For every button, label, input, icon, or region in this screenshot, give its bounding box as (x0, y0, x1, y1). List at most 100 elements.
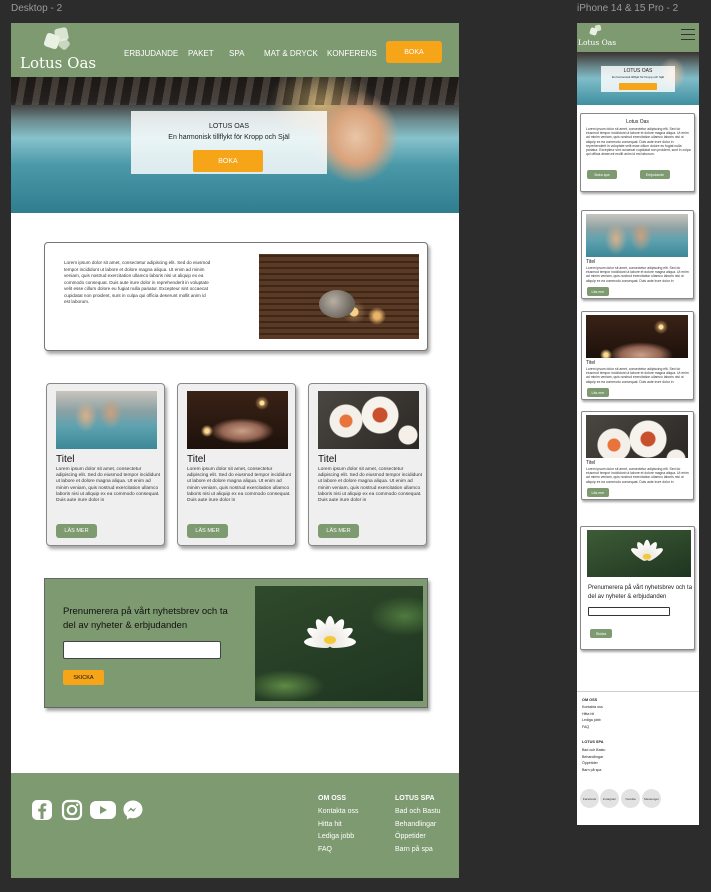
desktop-footer: OM OSS Kontakta oss Hitta hit Lediga job… (11, 773, 459, 878)
phone-footer: OM OSS Kontakta oss Hitta hit Lediga job… (577, 691, 699, 825)
sauna-image (259, 254, 419, 339)
footer-link[interactable]: Öppetider (582, 760, 598, 766)
nav-book-button[interactable]: BOKA (386, 41, 442, 63)
newsletter-title: Prenumerera på vårt nyhetsbrev och ta de… (588, 585, 693, 600)
logo[interactable]: Lotus Oas (20, 25, 96, 75)
footer-link[interactable]: Barn på spa (582, 767, 601, 773)
phone-logo[interactable]: Lotus Oas (578, 24, 618, 51)
footer-link[interactable]: FAQ (318, 844, 358, 857)
hero-book-button[interactable]: BOKA (193, 150, 263, 172)
nav-item-erbjudande[interactable]: ERBJUDANDE (124, 49, 178, 58)
card-title: Titel (187, 454, 206, 465)
offers-button[interactable]: Erbjudande (640, 170, 670, 179)
footer-link[interactable]: Behandlingar (582, 754, 603, 760)
nav-item-mat-dryck[interactable]: MAT & DRYCK (264, 49, 318, 58)
read-more-button[interactable]: LÄS MER (56, 524, 97, 538)
newsletter-title: Prenumerera på vårt nyhetsbrev och ta de… (63, 606, 228, 631)
newsletter-section: Prenumerera på vårt nyhetsbrev och ta de… (44, 578, 428, 708)
desktop-frame-label: Desktop - 2 (11, 3, 63, 14)
hamburger-menu-icon[interactable] (681, 27, 695, 41)
lotus-logo-icon (589, 24, 603, 38)
desktop-navbar: Lotus Oas ERBJUDANDE PAKET SPA MAT & DRY… (11, 23, 459, 77)
hero-subtitle: En harmonisk tillflykt för Kropp och Sjä… (168, 134, 290, 141)
intro-text: Lorem ipsum dolor sit amet, consectetur … (64, 260, 211, 304)
footer-heading: OM OSS (318, 795, 347, 802)
water-lily-image (255, 586, 423, 701)
newsletter-submit-button[interactable]: SKICKA (63, 670, 104, 685)
read-more-button[interactable]: Läs mer (587, 388, 609, 397)
phone-intro-section: Lotus Oas Lorem ipsum dolor sit amet, co… (580, 113, 695, 192)
messenger-icon[interactable]: Messenger (642, 789, 661, 808)
footer-heading: OM OSS (582, 698, 598, 702)
card-title: Titel (56, 454, 75, 465)
footer-column-spa: LOTUS SPA Bad och Bastu Behandlingar Öpp… (395, 795, 441, 856)
read-more-button[interactable]: Läs mer (587, 488, 609, 497)
hero-subtitle: En harmonisk tillflykt för Kropp och Sjä… (611, 75, 665, 79)
nav-item-paket[interactable]: PAKET (188, 49, 214, 58)
youtube-icon[interactable]: Youtube (621, 789, 640, 808)
footer-link[interactable]: Bad och Bastu (395, 806, 441, 819)
footer-link[interactable]: Kontakta oss (582, 704, 603, 710)
hero-book-button[interactable] (619, 83, 657, 90)
footer-link[interactable]: Barn på spa (395, 844, 441, 857)
read-more-button[interactable]: LÄS MER (318, 524, 359, 538)
footer-link[interactable]: Lediga jobb (318, 831, 358, 844)
hero-title: LOTUS OAS (208, 123, 250, 130)
offer-card: Titel Lorem ipsum dolor sit amet, consec… (46, 383, 165, 546)
logo-text: Lotus Oas (20, 54, 97, 72)
massage-image (187, 391, 288, 449)
hero-image: LOTUS OAS En harmonisk tillflykt för Kro… (11, 77, 459, 213)
massage-image (586, 315, 688, 358)
phone-newsletter-section: Prenumerera på vårt nyhetsbrev och ta de… (580, 526, 695, 650)
instagram-icon[interactable] (60, 798, 83, 821)
footer-heading: LOTUS SPA (395, 795, 435, 802)
messenger-icon[interactable] (121, 798, 144, 821)
phone-hero-panel: LOTUS OAS En harmonisk tillflykt för Kro… (601, 66, 675, 92)
desktop-frame: Lotus Oas ERBJUDANDE PAKET SPA MAT & DRY… (11, 23, 459, 878)
phone-offer-card: Titel Lorem ipsum dolor sit amet, consec… (581, 210, 694, 299)
footer-link[interactable]: Lediga jobb (582, 717, 601, 723)
newsletter-email-input[interactable] (63, 641, 221, 659)
footer-link[interactable]: Behandlingar (395, 819, 441, 832)
offer-card: Titel Lorem ipsum dolor sit amet, consec… (308, 383, 427, 546)
footer-link[interactable]: Hitta hit (582, 711, 594, 717)
card-title: Titel (318, 454, 337, 465)
footer-heading: LOTUS SPA (582, 740, 604, 744)
phone-frame: Lotus Oas LOTUS OAS En harmonisk tillfly… (577, 23, 699, 825)
footer-link[interactable]: Bad och Bastu (582, 747, 605, 753)
card-title: Titel (586, 259, 596, 265)
pool-image (56, 391, 157, 449)
intro-section: Lorem ipsum dolor sit amet, consectetur … (44, 242, 428, 351)
facebook-icon[interactable] (30, 798, 53, 821)
footer-link[interactable]: Öppetider (395, 831, 441, 844)
card-text: Lorem ipsum dolor sit amet, consectetur … (187, 467, 291, 504)
offer-card: Titel Lorem ipsum dolor sit amet, consec… (177, 383, 296, 546)
phone-offer-card: Titel Lorem ipsum dolor sit amet, consec… (581, 411, 694, 500)
footer-link[interactable]: FAQ (582, 724, 589, 730)
intro-title: Lotus Oas (626, 119, 649, 125)
instagram-icon[interactable]: Instagram (600, 789, 619, 808)
card-text: Lorem ipsum dolor sit amet, consectetur … (586, 467, 689, 484)
read-more-button[interactable]: Läs mer (587, 287, 609, 296)
hero-title: LOTUS OAS (623, 68, 653, 74)
card-text: Lorem ipsum dolor sit amet, consectetur … (318, 467, 422, 504)
card-text: Lorem ipsum dolor sit amet, consectetur … (586, 266, 689, 283)
youtube-icon[interactable] (88, 798, 118, 821)
nav-item-konferens[interactable]: KONFERENS (327, 49, 377, 58)
nav-item-spa[interactable]: SPA (229, 49, 244, 58)
pool-image (586, 214, 688, 257)
book-spa-button[interactable]: Boka spa (587, 170, 617, 179)
footer-link[interactable]: Hitta hit (318, 819, 358, 832)
phone-hero-image: LOTUS OAS En harmonisk tillflykt för Kro… (577, 52, 699, 105)
newsletter-submit-button[interactable]: Skicka (590, 629, 612, 638)
phone-frame-label: iPhone 14 & 15 Pro - 2 (577, 3, 679, 14)
logo-text: Lotus Oas (578, 38, 617, 47)
card-text: Lorem ipsum dolor sit amet, consectetur … (586, 367, 689, 384)
food-image (586, 415, 688, 458)
phone-offer-card: Titel Lorem ipsum dolor sit amet, consec… (581, 311, 694, 400)
facebook-icon[interactable]: Facebook (580, 789, 599, 808)
read-more-button[interactable]: LÄS MER (187, 524, 228, 538)
lotus-logo-icon (42, 25, 74, 53)
footer-link[interactable]: Kontakta oss (318, 806, 358, 819)
newsletter-email-input[interactable] (588, 607, 670, 616)
